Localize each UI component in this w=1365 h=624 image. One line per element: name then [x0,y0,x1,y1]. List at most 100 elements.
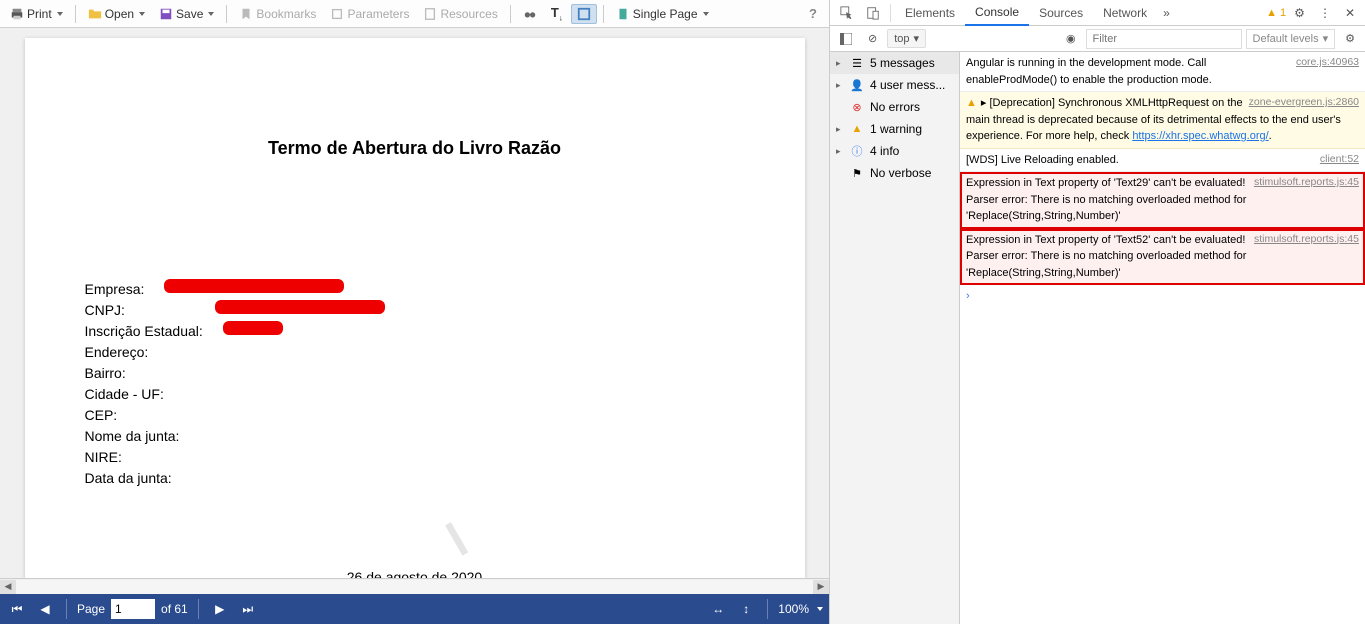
open-label: Open [105,7,134,21]
log-entry-error: stimulsoft.reports.js:45 Expression in T… [960,229,1365,286]
warning-icon: ▲ [1266,7,1277,19]
tab-elements[interactable]: Elements [895,1,965,25]
tab-console[interactable]: Console [965,0,1029,26]
fullscreen-button[interactable] [571,4,597,24]
resources-icon [423,7,437,21]
last-page-button[interactable]: ⏭ [237,598,259,620]
document-date: 26 de agosto de 2020 [85,569,745,578]
pager-separator [767,599,768,619]
scroll-track[interactable] [16,580,813,594]
dropdown-arrow-icon [57,12,63,16]
log-entry-warning: zone-evergreen.js:2860 ▲▸ [Deprecation] … [960,92,1365,149]
first-page-button[interactable]: ⏮ [6,598,28,620]
settings-button[interactable]: ⚙ [1288,2,1311,24]
filter-input[interactable] [1086,29,1242,49]
console-prompt[interactable]: › [960,285,1365,308]
log-entry: client:52 [WDS] Live Reloading enabled. [960,149,1365,173]
warning-icon: ▲ [850,122,864,136]
gear-icon: ⚙ [1294,6,1305,20]
sidebar-item-verbose[interactable]: ⚑No verbose [830,162,959,184]
log-source[interactable]: stimulsoft.reports.js:45 [1254,175,1359,191]
report-viewer[interactable]: Termo de Abertura do Livro Razão Empresa… [0,28,829,578]
close-icon: ✕ [1345,6,1355,20]
log-prefix: ▸ [Deprecation] [981,97,1058,109]
page-label: Page [77,602,105,616]
binoculars-icon [523,7,537,21]
console-output[interactable]: core.js:40963 Angular is running in the … [960,52,1365,624]
device-icon [866,6,880,20]
gear-icon: ⚙ [1345,32,1355,45]
horizontal-scrollbar[interactable]: ◀ ▶ [0,578,829,594]
sidebar-item-errors[interactable]: ⊗No errors [830,96,959,118]
field-empresa: Empresa: [85,279,745,300]
sidebar-toggle-button[interactable] [834,29,858,49]
sidebar-item-messages[interactable]: ▸☰5 messages [830,52,959,74]
log-source[interactable]: zone-evergreen.js:2860 [1249,95,1359,111]
log-text: [WDS] Live Reloading enabled. [966,154,1119,166]
field-cidade-uf: Cidade - UF: [85,384,745,405]
levels-selector[interactable]: Default levels▾ [1246,29,1336,49]
report-viewer-pane: Print Open Save Bookmarks Parameters Res… [0,0,830,624]
parameters-label: Parameters [347,7,409,21]
page-input[interactable] [111,599,155,619]
scroll-left-button[interactable]: ◀ [0,580,16,594]
log-source[interactable]: core.js:40963 [1296,55,1359,71]
save-button[interactable]: Save [153,4,220,24]
tab-sources[interactable]: Sources [1029,1,1093,25]
tab-network[interactable]: Network [1093,1,1157,25]
print-button[interactable]: Print [4,4,69,24]
page-icon [616,7,630,21]
zoom-value: 100% [778,602,809,616]
devtools-pane: Elements Console Sources Network » ▲1 ⚙ … [830,0,1365,624]
report-page: Termo de Abertura do Livro Razão Empresa… [25,38,805,578]
toolbar-separator [510,5,511,23]
sidebar-item-user-messages[interactable]: ▸👤4 user mess... [830,74,959,96]
context-selector[interactable]: top▾ [887,29,926,48]
log-link[interactable]: https://xhr.spec.whatwg.org/ [1132,130,1268,142]
clear-console-button[interactable]: ⊘ [862,28,883,49]
toolbar-separator [226,5,227,23]
tab-separator [890,4,891,22]
log-suffix: . [1269,130,1272,142]
log-source[interactable]: stimulsoft.reports.js:45 [1254,232,1359,248]
open-button[interactable]: Open [82,4,151,24]
log-entry: core.js:40963 Angular is running in the … [960,52,1365,92]
eye-icon: ◉ [1066,32,1076,45]
console-filter-bar: ⊘ top▾ ◉ Default levels▾ ⚙ [830,26,1365,52]
help-button[interactable]: ? [801,6,825,21]
field-inscricao: Inscrição Estadual: [85,321,745,342]
single-page-label: Single Page [633,7,698,21]
parameters-button[interactable]: Parameters [324,4,415,24]
bookmarks-button[interactable]: Bookmarks [233,4,322,24]
text-button[interactable]: T↓ [545,2,569,26]
dropdown-arrow-icon [208,12,214,16]
device-button[interactable] [860,2,886,24]
clear-icon: ⊘ [868,32,877,45]
single-page-button[interactable]: Single Page [610,4,715,24]
find-button[interactable] [517,4,543,24]
toolbar-separator [603,5,604,23]
live-expression-button[interactable]: ◉ [1060,28,1082,49]
log-text: Expression in Text property of 'Text52' … [966,234,1246,279]
inspect-button[interactable] [834,2,860,24]
field-data-junta: Data da junta: [85,468,745,489]
fit-width-button[interactable]: ↔ [707,598,729,620]
log-source[interactable]: client:52 [1320,152,1359,168]
next-page-button[interactable]: ▶ [209,598,231,620]
fit-height-button[interactable]: ↕ [735,598,757,620]
close-devtools-button[interactable]: ✕ [1339,2,1361,24]
console-sidebar: ▸☰5 messages ▸👤4 user mess... ⊗No errors… [830,52,960,624]
warning-badge[interactable]: ▲1 [1266,7,1286,19]
print-icon [10,7,24,21]
sidebar-item-warnings[interactable]: ▸▲1 warning [830,118,959,140]
pager-separator [198,599,199,619]
scroll-right-button[interactable]: ▶ [813,580,829,594]
menu-button[interactable]: ⋮ [1313,2,1337,24]
prev-page-button[interactable]: ◀ [34,598,56,620]
more-tabs-button[interactable]: » [1157,2,1176,24]
resources-button[interactable]: Resources [417,4,503,24]
devtools-tabs: Elements Console Sources Network » ▲1 ⚙ … [830,0,1365,26]
console-settings-button[interactable]: ⚙ [1339,28,1361,49]
watermark: l [438,513,477,567]
sidebar-item-info[interactable]: ▸ⓘ4 info [830,140,959,162]
